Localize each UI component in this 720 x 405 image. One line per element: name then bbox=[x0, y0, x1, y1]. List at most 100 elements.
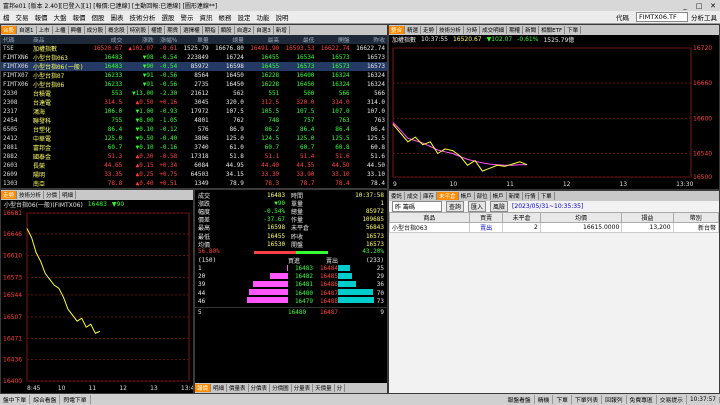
maximize-icon[interactable]: □ bbox=[692, 2, 706, 10]
quote-col-header[interactable]: 最高 bbox=[245, 35, 282, 44]
tab-otabs-8[interactable]: 行情 bbox=[523, 192, 539, 200]
tab-ttabs-0[interactable]: 走勢 bbox=[1, 191, 18, 199]
menu-item-8[interactable]: 選股 bbox=[159, 12, 178, 22]
quote-col-header[interactable]: 商品 bbox=[31, 35, 89, 44]
quote-table[interactable]: 代碼 商品 成交 漲跌 漲幅% 單量 總量 最高 最低 開盤 昨收 TSE 加權指數 16520.67 ▲1… bbox=[1, 35, 387, 188]
tab-otabs-3[interactable]: 未平倉 bbox=[437, 192, 459, 200]
status-right-6[interactable]: 交易提示 bbox=[657, 395, 687, 404]
positions-col-header[interactable]: 買賣 bbox=[468, 212, 504, 223]
quote-row[interactable]: FIMTX07 小型台指07 16233 ▼91 -0.56 8564 16450 16228… bbox=[1, 71, 387, 80]
status-right-7[interactable]: 10:37:57 bbox=[687, 396, 720, 403]
tab-qtabs-5[interactable]: 成分股 bbox=[85, 26, 107, 34]
quote-col-header[interactable]: 代碼 bbox=[1, 35, 31, 44]
risk-button[interactable]: 風險 bbox=[490, 201, 509, 212]
tab-mtabs-9[interactable]: 下單 bbox=[565, 26, 582, 34]
tab-btabs-5[interactable]: 分量表 bbox=[292, 384, 314, 392]
quote-row[interactable]: 2882 國泰金 51.3 ▲0.30 -0.58 17318 51.8 51.1 51.4 51… bbox=[1, 152, 387, 161]
quote-row[interactable]: 2412 中華電 125.0 ▼0.50 -0.40 3806 125.0 124.5 125.… bbox=[1, 134, 387, 143]
tab-qtabs-6[interactable]: 概念股 bbox=[106, 26, 128, 34]
quote-col-header[interactable]: 成交 bbox=[89, 35, 125, 44]
menu-item-3[interactable]: 大盤 bbox=[51, 12, 70, 22]
futures-tick-chart[interactable]: 16681 16646 16610 16573 16544 16507 16471 16436… bbox=[1, 209, 193, 393]
menu-item-6[interactable]: 圖表 bbox=[108, 12, 127, 22]
tab-ttabs-1[interactable]: 技術分析 bbox=[17, 191, 45, 199]
tab-ttabs-2[interactable]: 分價 bbox=[44, 191, 61, 199]
quote-col-header[interactable]: 漲跌 bbox=[124, 35, 156, 44]
tab-mtabs-8[interactable]: 相關ETF bbox=[539, 26, 566, 34]
quote-row[interactable]: 2609 陽明 33.35 ▲0.25 +0.75 64503 34.15 33.30 33.9… bbox=[1, 170, 387, 179]
book-row[interactable]: 39 16481 16486 36 bbox=[195, 280, 387, 289]
tab-otabs-9[interactable]: 下單 bbox=[539, 192, 555, 200]
menu-item-7[interactable]: 技術分析 bbox=[127, 12, 159, 22]
positions-table[interactable]: 商品 買賣 未平倉 均價 損益 幣別 小型台指063 賣出 2 16615.0000 13,200 新… bbox=[389, 212, 719, 233]
status-right-3[interactable]: 下單列表 bbox=[572, 395, 603, 404]
tab-qtabs-11[interactable]: 期指 bbox=[203, 26, 219, 34]
tab-qtabs-9[interactable]: 期貨 bbox=[165, 26, 182, 34]
quote-col-header[interactable]: 昨收 bbox=[351, 35, 387, 44]
minimize-icon[interactable]: _ bbox=[678, 2, 692, 10]
menu-item-2[interactable]: 報價 bbox=[32, 12, 51, 22]
quote-col-header[interactable]: 漲幅% bbox=[155, 35, 180, 44]
analysis-tool-button[interactable]: 分析工具 bbox=[688, 12, 720, 22]
quote-col-header[interactable]: 總量 bbox=[210, 35, 246, 44]
status-right-5[interactable]: 免費專區 bbox=[627, 395, 657, 404]
menu-item-13[interactable]: 功能 bbox=[254, 12, 273, 22]
tab-qtabs-12[interactable]: 類股 bbox=[219, 26, 235, 34]
status-right-0[interactable]: 報盤看盤 bbox=[505, 395, 535, 404]
quote-row[interactable]: 1303 南亞 78.8 ▲0.40 +0.51 1349 78.9 78.3 78.7 78.4… bbox=[1, 179, 387, 188]
tab-btabs-1[interactable]: 明細 bbox=[211, 384, 228, 392]
menu-item-5[interactable]: 個股 bbox=[89, 12, 108, 22]
book-row[interactable]: 46 16479 16488 73 bbox=[195, 297, 387, 305]
positions-col-header[interactable]: 幣別 bbox=[672, 212, 719, 223]
tab-btabs-2[interactable]: 價量表 bbox=[227, 384, 249, 392]
tab-otabs-5[interactable]: 部位 bbox=[475, 192, 491, 200]
positions-col-header[interactable]: 商品 bbox=[389, 212, 470, 223]
status-tab-1[interactable]: 綜合看盤 bbox=[30, 395, 61, 404]
tab-mtabs-6[interactable]: 期權 bbox=[507, 26, 524, 34]
tab-qtabs-1[interactable]: 自選1 bbox=[17, 26, 37, 34]
tab-btabs-3[interactable]: 分價表 bbox=[249, 384, 271, 392]
menu-item-14[interactable]: 說明 bbox=[273, 12, 292, 22]
positions-col-header[interactable]: 均價 bbox=[539, 212, 623, 223]
menu-item-9[interactable]: 警示 bbox=[178, 12, 197, 22]
quote-col-header[interactable]: 最低 bbox=[281, 35, 317, 44]
status-right-2[interactable]: 下單 bbox=[553, 395, 572, 404]
status-right-1[interactable]: 精機 bbox=[535, 395, 554, 404]
tab-otabs-6[interactable]: 帳戶 bbox=[491, 192, 507, 200]
tab-mtabs-0[interactable]: 整合 bbox=[389, 26, 406, 34]
tab-qtabs-8[interactable]: 權證 bbox=[149, 26, 166, 34]
tab-mtabs-7[interactable]: 新聞 bbox=[523, 26, 540, 34]
menu-item-10[interactable]: 資訊 bbox=[197, 12, 216, 22]
quote-row[interactable]: 6505 台塑化 86.4 ▼0.10 -0.12 576 86.9 86.2 86.4 86.4… bbox=[1, 125, 387, 134]
tab-qtabs-7[interactable]: 特別股 bbox=[128, 26, 150, 34]
tab-mtabs-2[interactable]: 走勢 bbox=[421, 26, 438, 34]
quote-col-header[interactable]: 單量 bbox=[179, 35, 211, 44]
tab-qtabs-4[interactable]: 興櫃 bbox=[69, 26, 85, 34]
orders-filter[interactable]: 昨 籌碼 bbox=[392, 201, 442, 212]
book-row[interactable]: 20 16482 16485 29 bbox=[195, 272, 387, 281]
import-button[interactable]: 匯入 bbox=[468, 201, 487, 212]
quote-row[interactable]: TSE 加權指數 16520.67 ▲102.07 -0.61 1525.79 16676.… bbox=[1, 44, 387, 53]
tab-qtabs-0[interactable]: 台股 bbox=[1, 26, 18, 34]
tab-qtabs-13[interactable]: 自選2 bbox=[235, 26, 255, 34]
tab-mtabs-5[interactable]: 成交明細 bbox=[480, 26, 508, 34]
quote-row[interactable]: 2308 台達電 314.5 ▲0.50 +0.16 3045 320.0 312.5 320.… bbox=[1, 98, 387, 107]
tab-ttabs-3[interactable]: 明細 bbox=[60, 191, 77, 199]
quote-row[interactable]: 2881 富邦金 60.7 ▼0.10 -0.16 3740 61.0 60.7 60.7 60.… bbox=[1, 143, 387, 152]
positions-col-header[interactable]: 損益 bbox=[621, 212, 674, 223]
quote-row[interactable]: 2317 鴻海 106.0 ▼1.00 -0.93 17972 107.5 105.5 107.… bbox=[1, 107, 387, 116]
tab-otabs-0[interactable]: 委託 bbox=[389, 192, 406, 200]
book-row[interactable]: 44 16480 16487 70 bbox=[195, 289, 387, 297]
tab-mtabs-4[interactable]: 分時 bbox=[464, 26, 481, 34]
tab-btabs-6[interactable]: 天價量 bbox=[313, 384, 335, 392]
status-right-4[interactable]: 回報列 bbox=[602, 395, 627, 404]
position-row[interactable]: 小型台指063 賣出 2 16615.0000 13,200 新台幣 bbox=[389, 222, 719, 233]
tab-btabs-7[interactable]: 分 bbox=[335, 384, 346, 392]
quote-col-header[interactable]: 開盤 bbox=[316, 35, 352, 44]
order-book[interactable]: 1 16483 16484 25 20 16482 16485 29 39 16481 16486 3… bbox=[195, 264, 387, 306]
quote-row[interactable]: 2330 台積電 553 ▼13.00 -2.30 21612 562 551 560 566 56… bbox=[1, 89, 387, 98]
tab-otabs-4[interactable]: 帳戶 bbox=[459, 192, 475, 200]
quote-row[interactable]: 2454 聯發科 755 ▼8.00 -1.05 4801 762 748 757 763 763 bbox=[1, 116, 387, 125]
positions-col-header[interactable]: 未平倉 bbox=[502, 212, 541, 223]
tab-otabs-7[interactable]: 新聞 bbox=[507, 192, 523, 200]
